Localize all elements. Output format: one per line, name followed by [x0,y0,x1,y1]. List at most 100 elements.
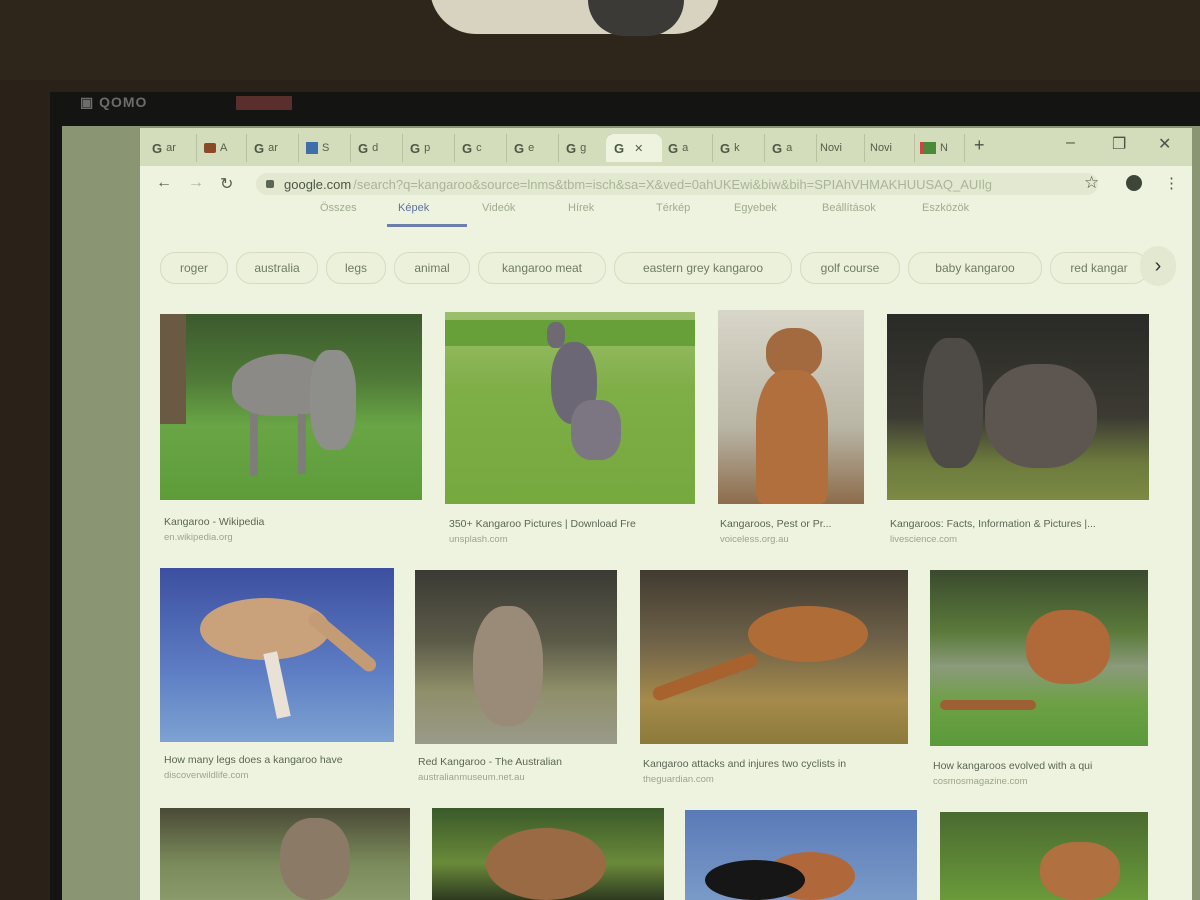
browser-tab[interactable]: Gd [350,134,403,162]
tab-title: k [734,142,740,154]
chevron-right-icon[interactable]: › [1140,246,1176,286]
tab-title: A [220,142,228,154]
browser-tab[interactable]: S [298,134,351,162]
browser-tab[interactable]: Ga [660,134,713,162]
kangaroo-body [756,370,828,504]
forward-arrow-icon[interactable]: → [188,174,204,192]
result-image[interactable] [685,810,917,900]
browser-tab[interactable]: Gg [558,134,611,162]
result-title[interactable]: How kangaroos evolved with a qui [933,760,1092,772]
google-favicon-icon: G [614,140,625,156]
nav-tab-tools[interactable]: Eszközök [922,202,969,214]
result-title[interactable]: 350+ Kangaroo Pictures | Download Fre [449,518,636,530]
browser-tab[interactable]: Gar [144,134,197,162]
result-title[interactable]: Kangaroo attacks and injures two cyclist… [643,758,846,770]
kangaroo-body [748,606,868,662]
google-favicon-icon: G [668,140,679,156]
related-search-chip[interactable]: red kangar [1050,252,1148,284]
result-image[interactable] [718,310,864,504]
new-tab-button[interactable]: + [974,135,985,156]
result-title[interactable]: Red Kangaroo - The Australian [418,756,562,768]
maximize-icon[interactable]: ❐ [1112,134,1126,154]
google-favicon-icon: G [514,140,525,156]
related-search-chip[interactable]: australia [236,252,318,284]
result-image[interactable] [930,570,1148,746]
result-image[interactable] [940,812,1148,900]
result-image[interactable] [445,312,695,504]
kangaroo-body [923,338,983,468]
result-title[interactable]: Kangaroo - Wikipedia [164,516,264,528]
nav-tab-images[interactable]: Képek [398,202,429,214]
tab-title: Novi [870,142,893,154]
browser-tab[interactable]: A [196,134,247,162]
tab-title: p [424,142,431,154]
kangaroo-body [486,828,606,900]
tab-strip: Gar A Gar S Gd Gp Gc Ge Gg G ✕ Ga Gk Ga N… [140,128,1192,166]
related-search-chip[interactable]: roger [160,252,228,284]
kangaroo-body [310,350,356,450]
nav-tab-settings[interactable]: Beállítások [822,202,876,214]
browser-tab[interactable]: N [912,134,965,162]
browser-tab[interactable]: Gc [454,134,507,162]
google-favicon-icon: G [462,140,473,156]
nav-tab-news[interactable]: Hírek [568,202,594,214]
browser-tab[interactable]: Novi [812,134,865,162]
nav-tab-all[interactable]: Összes [320,202,357,214]
result-source: unsplash.com [449,534,508,545]
account-icon[interactable] [1126,175,1142,191]
result-image[interactable] [160,808,410,900]
selected-tab-underline [387,224,467,227]
result-image[interactable] [160,314,422,500]
related-search-chip[interactable]: animal [394,252,470,284]
browser-tab[interactable]: Gar [246,134,299,162]
browser-tab[interactable]: Gp [402,134,455,162]
nav-tab-maps[interactable]: Térkép [656,202,690,214]
reload-icon[interactable]: ↻ [220,174,233,194]
result-source: cosmosmagazine.com [933,776,1028,787]
tab-title: a [786,142,793,154]
result-title[interactable]: Kangaroos, Pest or Pr... [720,518,831,530]
result-source: theguardian.com [643,774,714,785]
bookmark-star-icon[interactable]: ☆ [1084,173,1099,193]
kangaroo-body [1040,842,1120,900]
browser-tab[interactable]: Ge [506,134,559,162]
kangaroo-leg [298,414,306,474]
kebab-menu-icon[interactable]: ⋮ [1164,174,1179,192]
result-image[interactable] [415,570,617,744]
tab-title: ar [166,142,176,154]
tab-title: a [682,142,689,154]
google-favicon-icon: G [566,140,577,156]
kangaroo-tail [650,651,760,703]
result-image[interactable] [160,568,394,742]
google-favicon-icon: G [720,140,731,156]
related-search-chip[interactable]: legs [326,252,386,284]
related-search-chip[interactable]: eastern grey kangaroo [614,252,792,284]
star-badge-icon [306,142,318,154]
projected-browser-window: Gar A Gar S Gd Gp Gc Ge Gg G ✕ Ga Gk Ga N… [140,128,1192,900]
related-search-chip[interactable]: baby kangaroo [908,252,1042,284]
result-title[interactable]: Kangaroos: Facts, Information & Pictures… [890,518,1096,530]
tab-title: Novi [820,142,843,154]
window-close-icon[interactable]: ✕ [1158,134,1171,154]
kangaroo-body [280,818,350,900]
browser-tab[interactable]: Ga [764,134,817,162]
minimize-icon[interactable]: – [1066,134,1075,152]
result-image[interactable] [640,570,908,744]
nav-tab-more[interactable]: Egyebek [734,202,777,214]
bag-icon [204,143,216,153]
related-search-chip[interactable]: kangaroo meat [478,252,606,284]
related-search-chip[interactable]: golf course [800,252,900,284]
back-arrow-icon[interactable]: ← [156,174,172,192]
browser-tab[interactable]: Gk [712,134,765,162]
result-source: voiceless.org.au [720,534,789,545]
result-image[interactable] [887,314,1149,500]
result-title[interactable]: How many legs does a kangaroo have [164,754,343,766]
result-image[interactable] [432,808,664,900]
address-bar[interactable]: google.com/search?q=kangaroo&source=lnms… [256,173,1098,195]
browser-tab-active[interactable]: G ✕ [606,134,662,162]
joey-body [571,400,621,460]
nav-tab-videos[interactable]: Videók [482,202,515,214]
google-favicon-icon: G [152,140,163,156]
browser-tab[interactable]: Novi [862,134,915,162]
tab-close-icon[interactable]: ✕ [634,142,643,155]
